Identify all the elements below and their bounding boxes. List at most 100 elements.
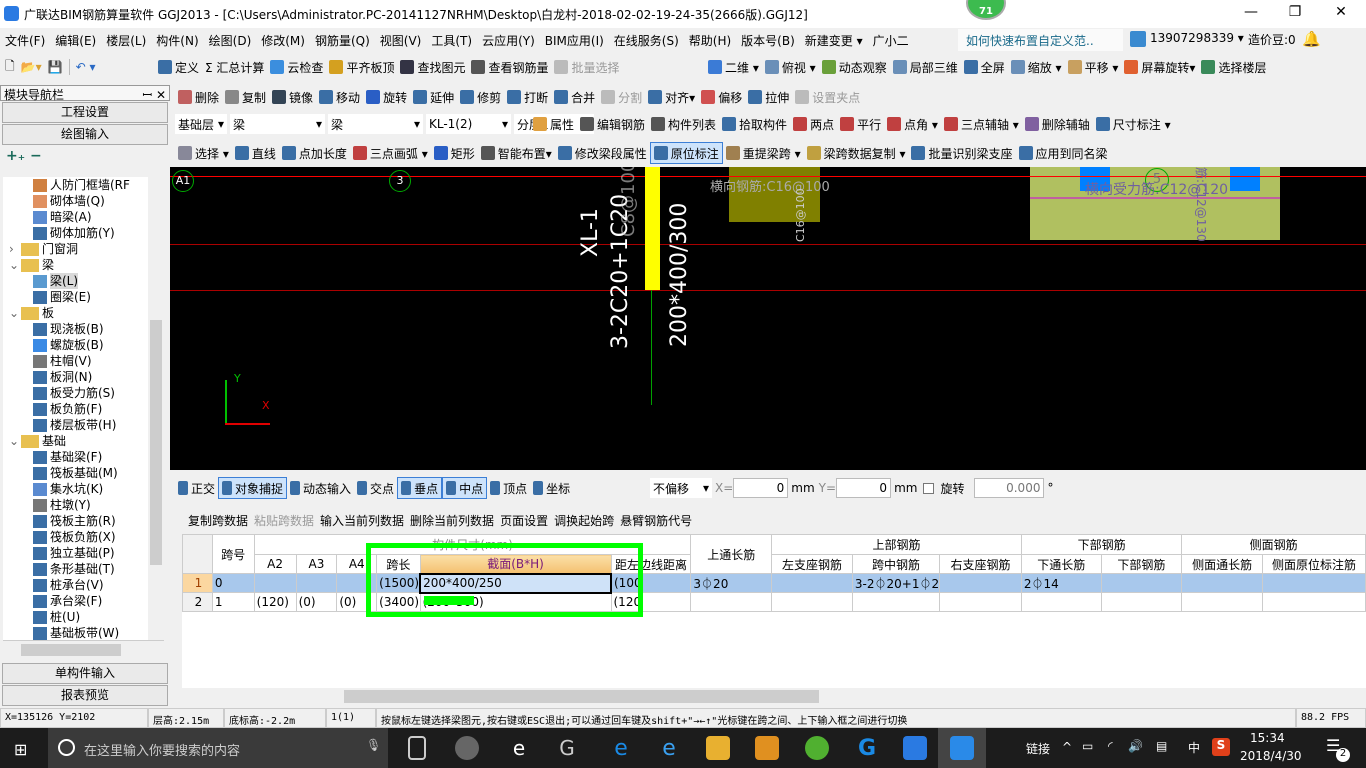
ime-indicator[interactable]: 中 — [1188, 739, 1200, 756]
close-button[interactable]: ✕ — [1326, 4, 1356, 20]
taskbar-search-box[interactable]: 在这里输入你要搜索的内容 🎙 — [48, 728, 388, 768]
glodon-g-icon[interactable]: G — [555, 736, 579, 760]
cell-mid[interactable] — [851, 592, 941, 612]
toolbar-button[interactable]: 移动 — [316, 86, 363, 108]
cell-a2[interactable] — [253, 573, 297, 593]
menu-item[interactable]: 版本号(B) — [736, 32, 800, 49]
cell-a4[interactable]: (0) — [336, 592, 378, 612]
snap-toggle[interactable]: 动态输入 — [287, 477, 354, 499]
restore-button[interactable]: ❐ — [1280, 4, 1310, 20]
clipboard-app-icon[interactable] — [903, 736, 927, 760]
tree-item[interactable]: ⌄ 梁 — [3, 257, 148, 273]
toolbar-button[interactable]: 智能布置▾ — [478, 142, 555, 164]
cell-right[interactable] — [939, 573, 1022, 593]
toolbar-button[interactable]: 延伸 — [410, 86, 457, 108]
cell-a2[interactable]: (120) — [253, 592, 297, 612]
snap-toggle[interactable]: 对象捕捉 — [218, 477, 288, 499]
toolbar-button[interactable]: 属性 — [530, 113, 577, 135]
column-header[interactable]: 跨长 — [376, 554, 421, 574]
cell-a4[interactable] — [336, 573, 378, 593]
column-header[interactable]: 右支座钢筋 — [939, 554, 1022, 574]
tree-item[interactable]: 板洞(N) — [3, 369, 148, 385]
tree-item[interactable]: 板受力筋(S) — [3, 385, 148, 401]
snap-toggle[interactable]: 坐标 — [530, 477, 573, 499]
toolbar-button[interactable]: 打断 — [504, 86, 551, 108]
toolbar-button[interactable]: 动态观察 — [819, 56, 890, 78]
cell-sthr[interactable] — [1181, 592, 1264, 612]
toolbar-button[interactable]: 云检查 — [267, 56, 326, 78]
cell-left[interactable] — [771, 592, 853, 612]
column-header[interactable]: A3 — [295, 554, 338, 574]
minimize-button[interactable]: — — [1236, 4, 1266, 20]
toolbar-button[interactable]: 镜像 — [269, 86, 316, 108]
link-label[interactable]: 链接 — [1026, 740, 1050, 757]
menu-item[interactable]: 在线服务(S) — [609, 32, 684, 49]
table-horizontal-scrollbar[interactable] — [182, 688, 1366, 705]
cell-bot[interactable] — [1100, 592, 1183, 612]
toolbar-button[interactable]: 平移 ▾ — [1065, 56, 1122, 78]
grid-toolbar-button[interactable]: 复制跨数据 — [185, 509, 251, 531]
toolbar-button[interactable]: 查看钢筋量 — [468, 56, 551, 78]
menu-item[interactable]: 帮助(H) — [684, 32, 736, 49]
tree-item[interactable]: 螺旋板(B) — [3, 337, 148, 353]
ie-gray-icon[interactable]: e — [507, 736, 531, 760]
toolbar-button[interactable]: 分割 — [598, 86, 645, 108]
wifi-icon[interactable]: ◜ — [1108, 739, 1113, 753]
snap-toggle[interactable]: 顶点 — [487, 477, 530, 499]
snap-toggle[interactable]: 垂点 — [397, 477, 443, 499]
help-tip-link[interactable]: 如何快速布置自定义范.. — [958, 29, 1123, 51]
tree-item[interactable]: 人防门框墙(RF — [3, 177, 148, 193]
user-account[interactable]: 13907298339 ▾ — [1150, 31, 1244, 45]
toolbar-button[interactable]: 点加长度 — [279, 142, 350, 164]
cell-a3[interactable] — [295, 573, 338, 593]
cell-bot[interactable] — [1100, 573, 1183, 593]
tree-item[interactable]: 桩承台(V) — [3, 577, 148, 593]
expand-all-icon[interactable]: +₊ — [6, 148, 25, 164]
task-view-icon[interactable] — [408, 736, 426, 760]
tree-item[interactable]: 柱墩(Y) — [3, 497, 148, 513]
cell-len[interactable]: (1500) — [376, 573, 421, 593]
notes-app-icon[interactable] — [755, 736, 779, 760]
pin-icon[interactable]: ꟷ — [142, 88, 152, 102]
drawing-canvas[interactable]: A1 3 5 XL-1 3-2C20+1C20 200*400/300 C8@1… — [170, 167, 1366, 470]
grid-toolbar-button[interactable]: 页面设置 — [497, 509, 551, 531]
column-header[interactable]: A4 — [336, 554, 378, 574]
cell-bthr[interactable] — [1020, 592, 1102, 612]
toolbar-button[interactable]: 平齐板顶 — [326, 56, 397, 78]
toolbar-button[interactable]: 修剪 — [457, 86, 504, 108]
column-header[interactable]: 跨中钢筋 — [851, 554, 941, 574]
column-header[interactable]: 侧面原位标注筋 — [1262, 554, 1366, 574]
clock-time[interactable]: 15:34 — [1250, 731, 1285, 745]
grid-toolbar-button[interactable]: 悬臂钢筋代号 — [617, 509, 695, 531]
toolbar-button[interactable]: 直线 — [232, 142, 279, 164]
toolbar-button[interactable]: 偏移 — [698, 86, 745, 108]
toolbar-button[interactable]: 批量选择 — [551, 56, 622, 78]
selector-dropdown[interactable]: KL-1(2) ▾ — [426, 114, 511, 134]
rotate-checkbox[interactable] — [923, 482, 935, 494]
tree-item[interactable]: 现浇板(B) — [3, 321, 148, 337]
save-icon[interactable]: 💾 — [45, 56, 66, 78]
windows-start-icon[interactable]: ⊞ — [14, 740, 27, 759]
tree-item[interactable]: 梁(L) — [3, 273, 148, 289]
toolbar-button[interactable]: 构件列表 — [648, 113, 719, 135]
sogou-icon[interactable]: S — [1212, 738, 1230, 756]
column-header[interactable]: 侧面通长筋 — [1181, 554, 1264, 574]
bell-icon[interactable]: 🔔 — [1302, 30, 1321, 48]
chevron-down-icon[interactable]: ⌄ — [9, 305, 21, 321]
chevron-down-icon[interactable]: ⌄ — [9, 257, 21, 273]
toolbar-button[interactable]: 局部三维 — [890, 56, 961, 78]
grid-toolbar-button[interactable]: 删除当前列数据 — [407, 509, 497, 531]
toolbar-button[interactable]: 拉伸 — [745, 86, 792, 108]
toolbar-button[interactable]: 应用到同名梁 — [1016, 142, 1111, 164]
toolbar-button[interactable]: 平行 — [837, 113, 884, 135]
cell-dist[interactable]: (120 — [610, 592, 692, 612]
menu-item[interactable]: 云应用(Y) — [477, 32, 540, 49]
toolbar-button[interactable]: 删除辅轴 — [1022, 113, 1093, 135]
tree-item[interactable]: 筏板主筋(R) — [3, 513, 148, 529]
toolbar-button[interactable]: 二维 ▾ — [705, 56, 762, 78]
file-explorer-icon[interactable] — [706, 736, 730, 760]
menu-item[interactable]: 钢筋量(Q) — [310, 32, 375, 49]
table-row[interactable]: 21(120)(0)(0)(3400)(200*300)(120 — [182, 592, 1366, 612]
cell-sorig[interactable] — [1262, 592, 1366, 612]
cell-bthr[interactable]: 2⏀14 — [1020, 573, 1102, 593]
